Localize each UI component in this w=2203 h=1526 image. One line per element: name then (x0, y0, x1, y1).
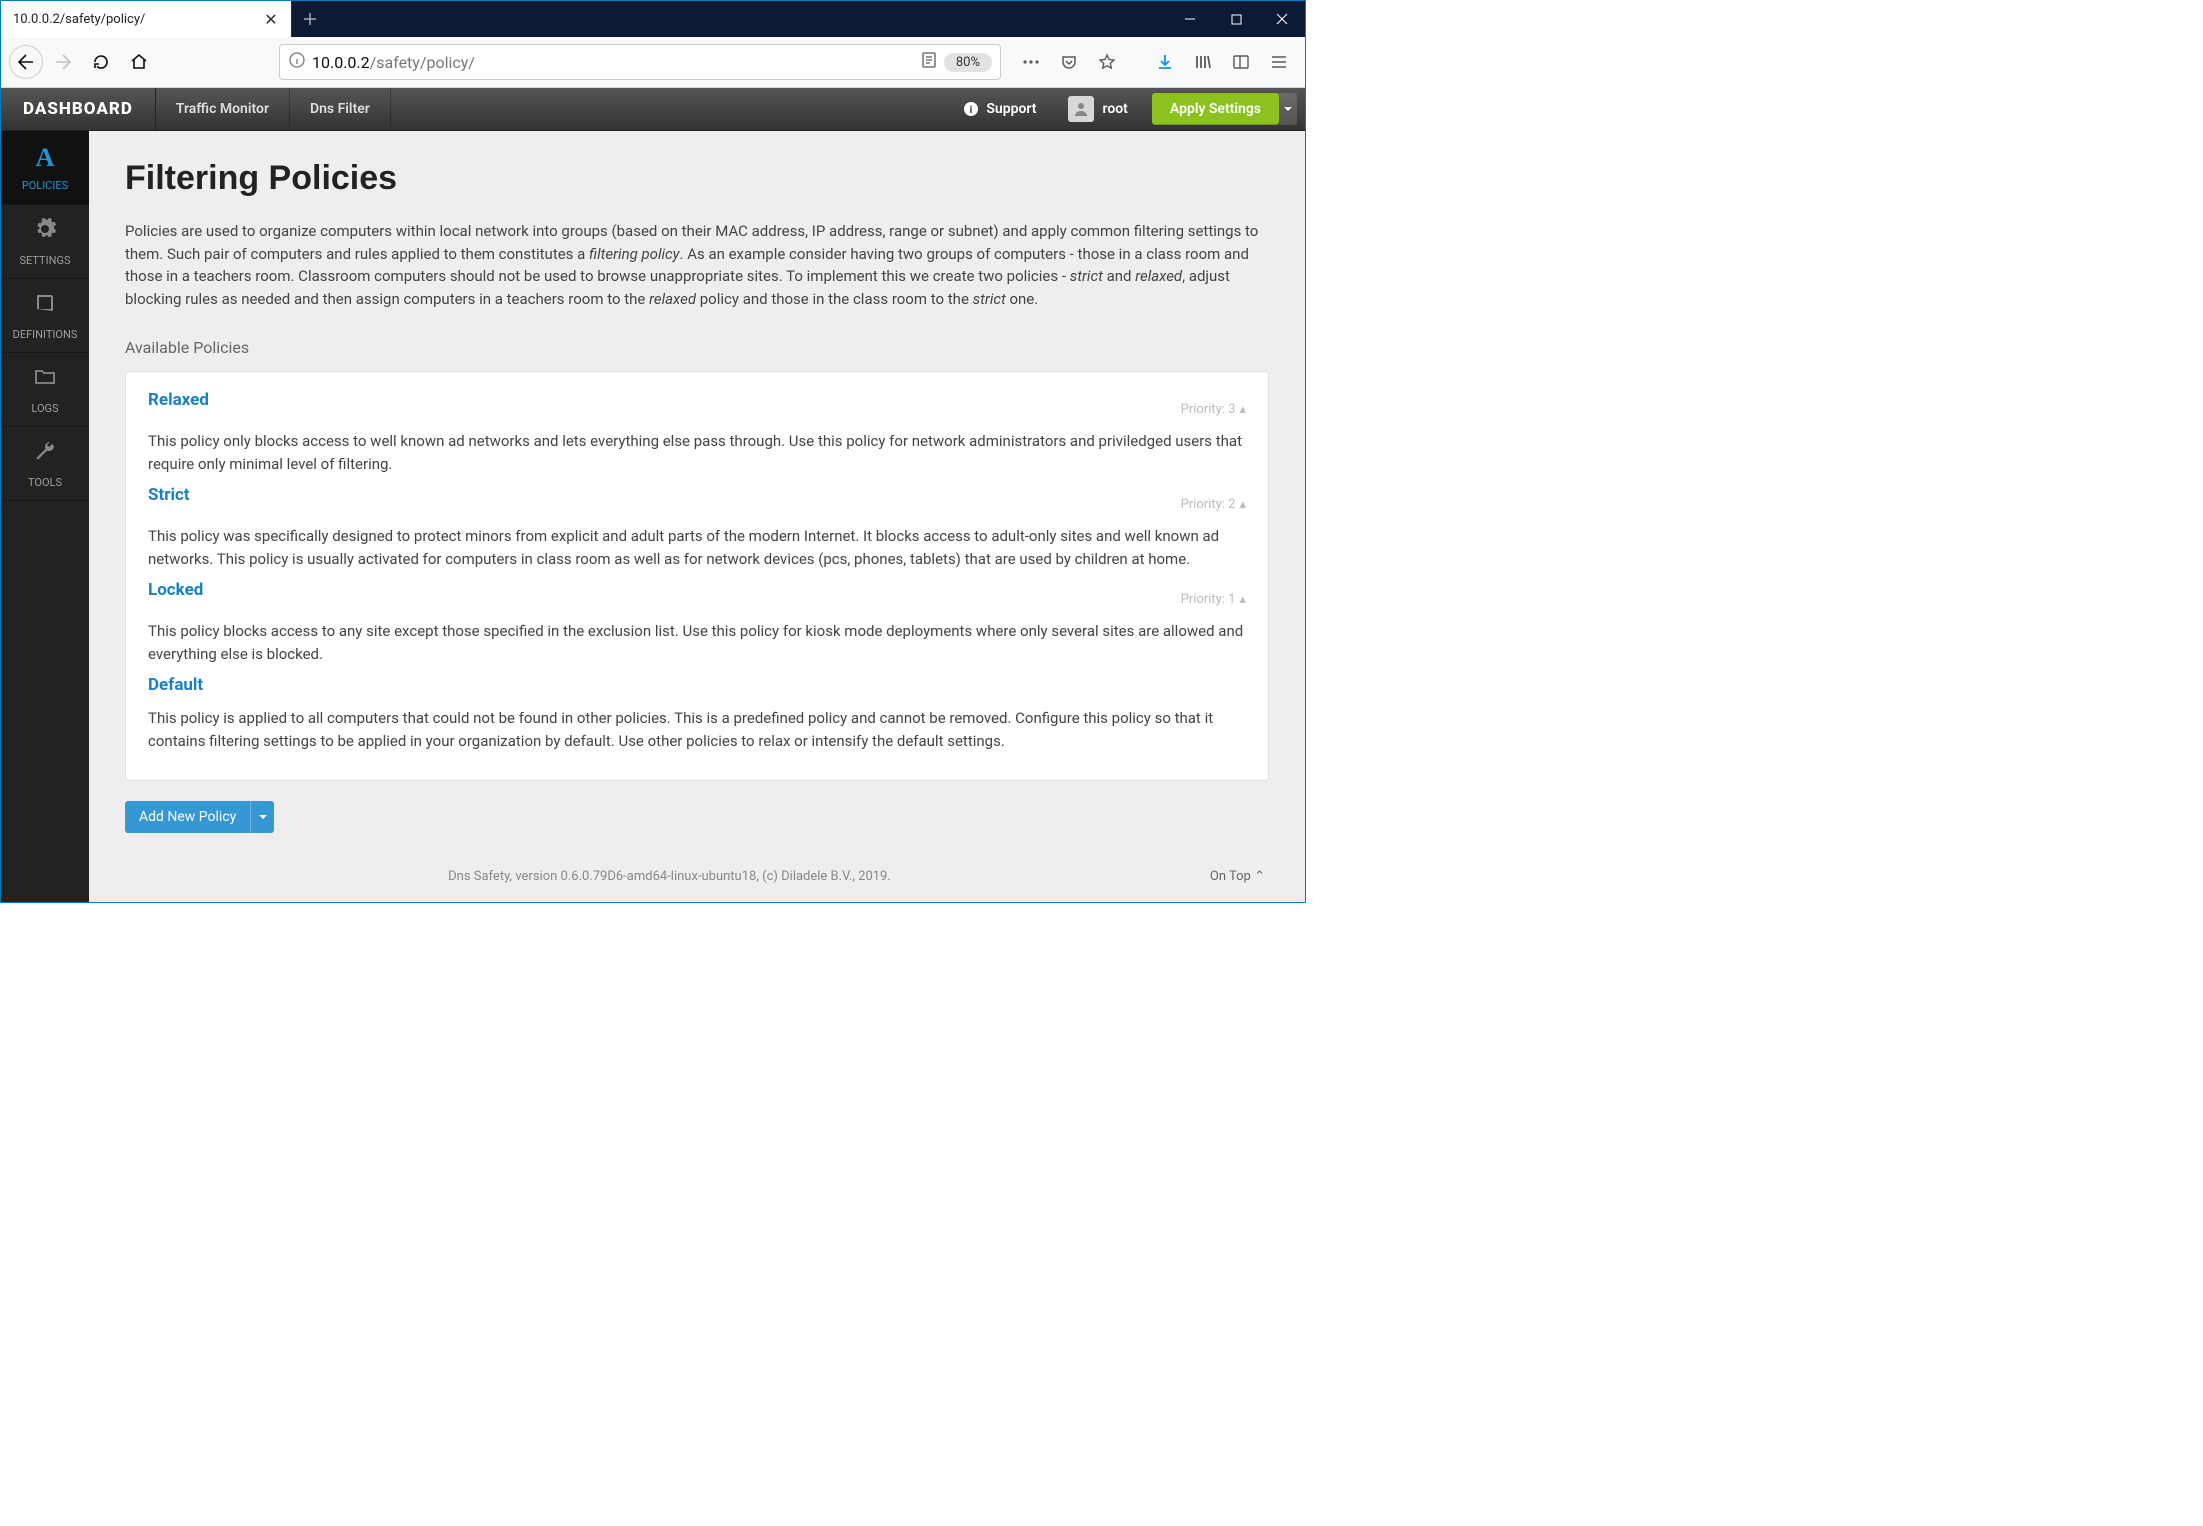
add-button-label: Add New Policy (125, 809, 250, 825)
policy-strict: Strict Priority: 2▴ This policy was spec… (148, 485, 1246, 570)
sidebar-label: SETTINGS (20, 254, 71, 267)
footer: Dns Safety, version 0.6.0.79D6-amd64-lin… (125, 833, 1269, 884)
apply-label: Apply Settings (1170, 101, 1261, 117)
reader-mode-icon[interactable] (920, 51, 938, 73)
caret-up-icon: ▴ (1239, 497, 1246, 512)
info-icon: i (964, 102, 978, 116)
svg-text:i: i (970, 105, 973, 116)
caret-up-icon: ▴ (1239, 592, 1246, 607)
caret-up-icon: ▴ (1239, 402, 1246, 417)
url-display: 10.0.0.2/safety/policy/ (312, 53, 914, 72)
policies-icon: A (36, 143, 55, 173)
add-button-caret[interactable] (250, 801, 274, 833)
wrench-icon (33, 439, 57, 470)
brand-logo[interactable]: DASHBOARD (1, 88, 156, 130)
bookmark-star-icon[interactable] (1089, 44, 1125, 80)
footer-text: Dns Safety, version 0.6.0.79D6-amd64-lin… (129, 869, 1210, 884)
sidebar-label: DEFINITIONS (13, 328, 78, 341)
apply-settings-button[interactable]: Apply Settings (1152, 93, 1279, 125)
sidebar-label: TOOLS (28, 476, 62, 489)
nav-traffic-monitor[interactable]: Traffic Monitor (156, 88, 290, 130)
support-label: Support (986, 101, 1036, 117)
policy-desc: This policy is applied to all computers … (148, 707, 1246, 752)
sidebar-item-policies[interactable]: A POLICIES (1, 131, 89, 205)
apply-settings-caret[interactable] (1279, 93, 1297, 125)
policy-link-relaxed[interactable]: Relaxed (148, 390, 209, 410)
priority-badge[interactable]: Priority: 2▴ (1181, 497, 1246, 512)
page-title: Filtering Policies (125, 159, 1269, 198)
avatar-icon (1068, 96, 1094, 122)
tab-title: 10.0.0.2/safety/policy/ (13, 12, 145, 27)
sidebar-icon[interactable] (1223, 44, 1259, 80)
folder-icon (33, 365, 57, 396)
policy-desc: This policy was specifically designed to… (148, 525, 1246, 570)
section-title: Available Policies (125, 338, 1269, 357)
sidebar-item-settings[interactable]: SETTINGS (1, 205, 89, 279)
menu-icon[interactable] (1261, 44, 1297, 80)
policy-link-locked[interactable]: Locked (148, 580, 203, 600)
home-button[interactable] (121, 44, 157, 80)
policy-desc: This policy only blocks access to well k… (148, 430, 1246, 475)
page-actions-icon[interactable] (1013, 44, 1049, 80)
user-name: root (1102, 101, 1127, 117)
policy-link-default[interactable]: Default (148, 675, 203, 695)
window-maximize-button[interactable] (1213, 1, 1259, 37)
reload-button[interactable] (83, 44, 119, 80)
priority-badge[interactable]: Priority: 3▴ (1181, 402, 1246, 417)
intro-text: Policies are used to organize computers … (125, 220, 1269, 310)
support-link[interactable]: i Support (948, 101, 1052, 117)
gear-icon (33, 217, 57, 248)
browser-tab[interactable]: 10.0.0.2/safety/policy/ ✕ (1, 1, 291, 37)
new-tab-button[interactable] (291, 1, 327, 37)
browser-toolbar: 10.0.0.2/safety/policy/ 80% (1, 37, 1305, 88)
sidebar-item-logs[interactable]: LOGS (1, 353, 89, 427)
policy-relaxed: Relaxed Priority: 3▴ This policy only bl… (148, 390, 1246, 475)
policy-desc: This policy blocks access to any site ex… (148, 620, 1246, 665)
sidebar: A POLICIES SETTINGS DEFINITIONS (1, 131, 89, 902)
on-top-link[interactable]: On Top ⌃ (1210, 869, 1265, 884)
nav-forward-button[interactable] (45, 44, 81, 80)
chevron-up-icon: ⌃ (1254, 869, 1265, 884)
policy-default: Default This policy is applied to all co… (148, 675, 1246, 752)
policy-locked: Locked Priority: 1▴ This policy blocks a… (148, 580, 1246, 665)
info-icon[interactable] (288, 51, 306, 73)
sidebar-label: LOGS (31, 402, 58, 415)
window-minimize-button[interactable] (1167, 1, 1213, 37)
url-bar[interactable]: 10.0.0.2/safety/policy/ 80% (279, 44, 1001, 80)
add-new-policy-button[interactable]: Add New Policy (125, 801, 274, 833)
close-tab-icon[interactable]: ✕ (263, 11, 279, 27)
app-header: DASHBOARD Traffic Monitor Dns Filter i S… (1, 88, 1305, 131)
sidebar-label: POLICIES (22, 179, 68, 192)
zoom-indicator[interactable]: 80% (944, 53, 992, 72)
priority-badge[interactable]: Priority: 1▴ (1181, 592, 1246, 607)
policies-card: Relaxed Priority: 3▴ This policy only bl… (125, 371, 1269, 781)
main-content: Filtering Policies Policies are used to … (89, 131, 1305, 902)
book-icon (33, 291, 57, 322)
browser-titlebar: 10.0.0.2/safety/policy/ ✕ (1, 1, 1305, 37)
nav-dns-filter[interactable]: Dns Filter (290, 88, 391, 130)
policy-link-strict[interactable]: Strict (148, 485, 190, 505)
nav-back-button[interactable] (9, 45, 43, 79)
downloads-icon[interactable] (1147, 44, 1183, 80)
sidebar-item-tools[interactable]: TOOLS (1, 427, 89, 501)
window-close-button[interactable] (1259, 1, 1305, 37)
sidebar-item-definitions[interactable]: DEFINITIONS (1, 279, 89, 353)
pocket-icon[interactable] (1051, 44, 1087, 80)
library-icon[interactable] (1185, 44, 1221, 80)
user-menu[interactable]: root (1052, 96, 1143, 122)
